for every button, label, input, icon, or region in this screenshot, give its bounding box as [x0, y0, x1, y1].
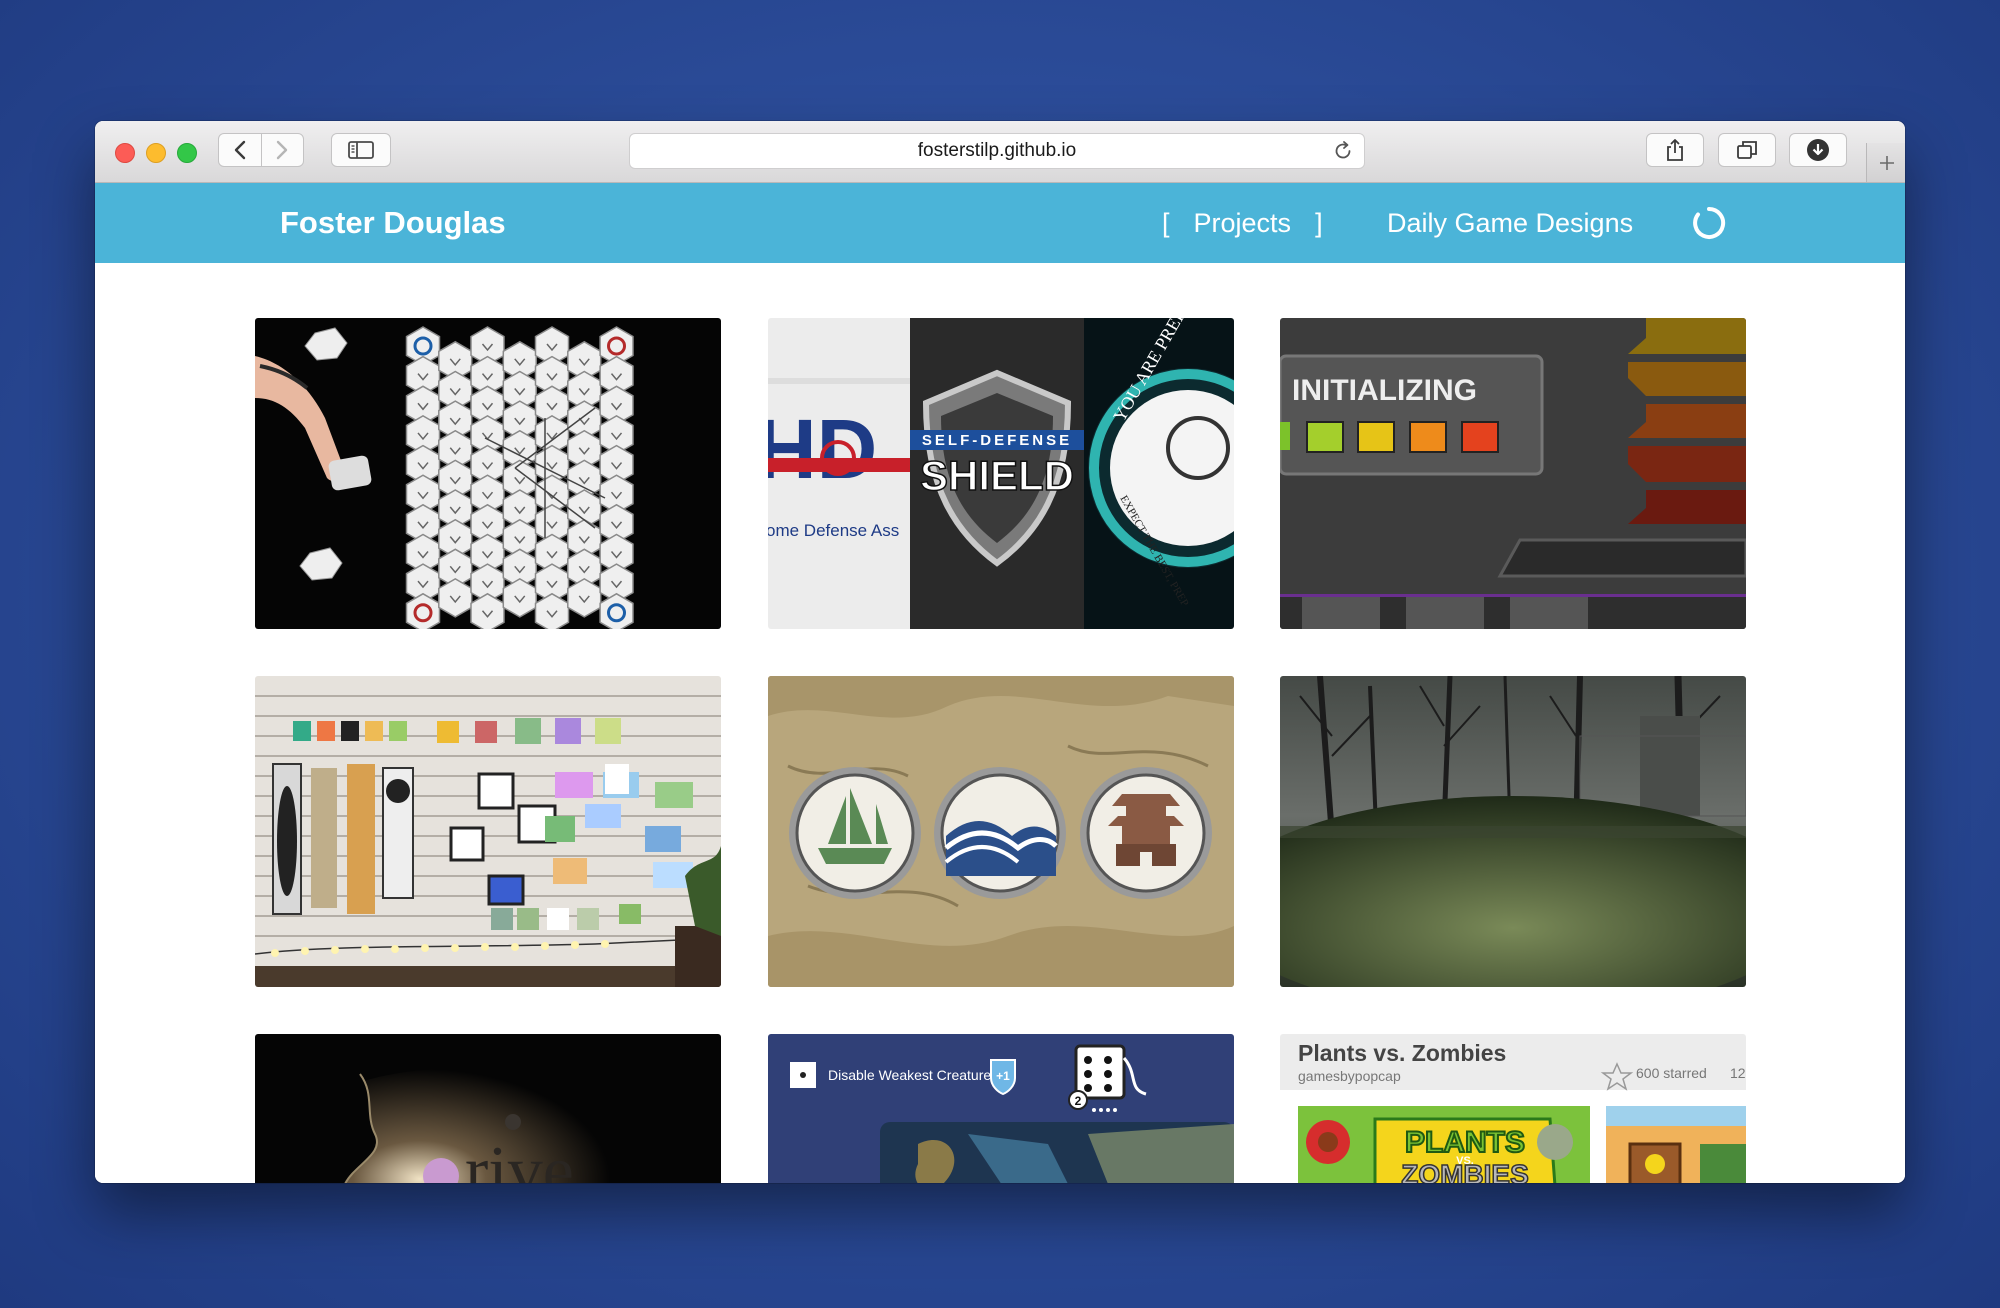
project-tile-initializing[interactable]: INITIALIZING — [1280, 318, 1746, 629]
site-brand[interactable]: Foster Douglas — [280, 183, 506, 263]
shield-title: SHIELD — [920, 452, 1074, 499]
plus-icon — [1880, 155, 1894, 170]
pvz-logo-bottom: ZOMBIES — [1401, 1159, 1529, 1183]
project-tile-silhouette[interactable]: rive — [255, 1034, 721, 1183]
browser-window: fosterstilp.github.io Foster Douglas [ Pr… — [95, 121, 1905, 1183]
initializing-label: INITIALIZING — [1292, 374, 1477, 407]
die-number: 2 — [1075, 1094, 1082, 1108]
shield-tag: SELF-DEFENSE — [922, 432, 1072, 449]
shield-image: HD ome Defense Ass SELF-DEFENSE SHIELD Y… — [768, 318, 1234, 629]
nav-daily-game-designs[interactable]: Daily Game Designs — [1387, 183, 1633, 263]
ship-medallion — [789, 767, 921, 899]
downloads-button[interactable] — [1789, 133, 1847, 167]
share-button[interactable] — [1646, 133, 1704, 167]
pvz-author: gamesbypopcap — [1298, 1068, 1401, 1084]
close-window-button[interactable] — [115, 143, 135, 163]
forward-button[interactable] — [262, 134, 304, 166]
address-bar[interactable]: fosterstilp.github.io — [629, 133, 1365, 169]
pvz-title: Plants vs. Zombies — [1298, 1040, 1506, 1066]
pvz-stars: 600 starred — [1636, 1065, 1707, 1081]
share-icon — [1667, 139, 1683, 161]
svg-text:rive: rive — [465, 1133, 574, 1183]
card-ability-text: Disable Weakest Creature & — [828, 1067, 1005, 1083]
project-tile-card-game[interactable]: Disable Weakest Creature & +1 2 — [768, 1034, 1234, 1183]
reload-icon[interactable] — [1332, 140, 1354, 162]
new-tab-button[interactable] — [1866, 143, 1905, 182]
zoom-window-button[interactable] — [177, 143, 197, 163]
project-tile-hex-board-game[interactable] — [255, 318, 721, 629]
project-tile-self-defense-shield[interactable]: HD ome Defense Ass SELF-DEFENSE SHIELD Y… — [768, 318, 1234, 629]
forest-image — [1280, 676, 1746, 987]
art-wall-image — [255, 676, 721, 987]
project-tile-medallions[interactable] — [768, 676, 1234, 987]
sidebar-button[interactable] — [331, 133, 391, 167]
minimize-window-button[interactable] — [146, 143, 166, 163]
hd-subtitle: ome Defense Ass — [768, 521, 899, 540]
back-button[interactable] — [219, 134, 262, 166]
download-icon — [1807, 139, 1829, 161]
silhouette-image: rive — [255, 1034, 721, 1183]
medallions-image — [768, 676, 1234, 987]
sidebar-icon — [348, 141, 374, 159]
projects-label: Projects — [1193, 208, 1292, 238]
project-tile-plants-vs-zombies[interactable]: Plants vs. Zombies gamesbypopcap 600 sta… — [1280, 1034, 1746, 1183]
pvz-image: Plants vs. Zombies gamesbypopcap 600 sta… — [1280, 1034, 1746, 1183]
initializing-image: INITIALIZING — [1280, 318, 1746, 629]
hex-board-image — [255, 318, 721, 629]
projects-bracket-open: [ — [1162, 208, 1170, 238]
wave-medallion — [934, 767, 1066, 899]
projects-bracket-close: ] — [1315, 208, 1323, 238]
browser-toolbar: fosterstilp.github.io — [95, 121, 1905, 183]
nav-projects[interactable]: [ Projects] — [1162, 183, 1323, 263]
site-navbar: Foster Douglas [ Projects] Daily Game Des… — [95, 183, 1905, 263]
card-badge: +1 — [996, 1069, 1010, 1083]
url-text: fosterstilp.github.io — [917, 140, 1077, 161]
loading-spinner-icon — [1693, 206, 1726, 239]
project-grid: HD ome Defense Ass SELF-DEFENSE SHIELD Y… — [95, 263, 1905, 1183]
card-game-image: Disable Weakest Creature & +1 2 — [768, 1034, 1234, 1183]
pagoda-medallion — [1080, 767, 1212, 899]
tab-overview-button[interactable] — [1718, 133, 1776, 167]
back-icon — [234, 140, 245, 160]
pvz-count: 12 — [1730, 1065, 1746, 1081]
project-tile-dark-forest[interactable] — [1280, 676, 1746, 987]
tabs-icon — [1737, 141, 1757, 159]
project-tile-animal-art-wall[interactable] — [255, 676, 721, 987]
forward-icon — [277, 140, 288, 160]
history-nav-group — [218, 133, 304, 167]
